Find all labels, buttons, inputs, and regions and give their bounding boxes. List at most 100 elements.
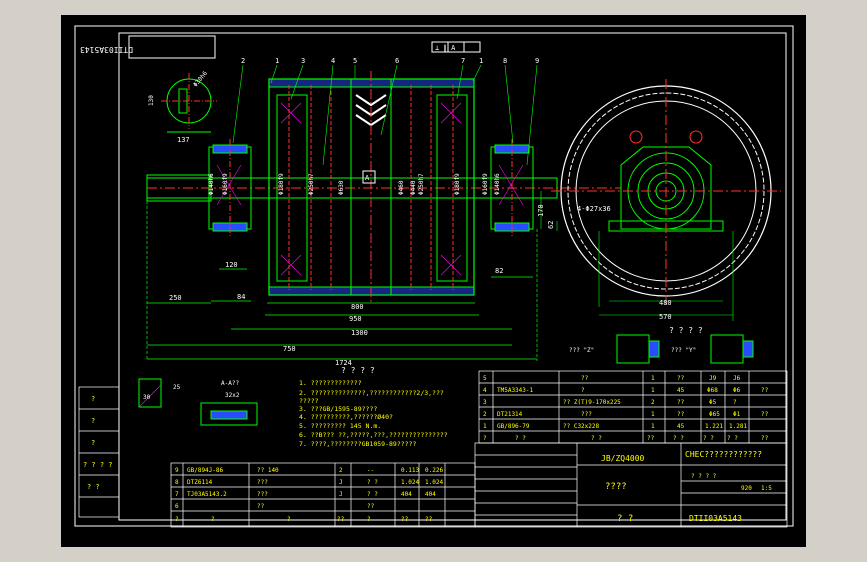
svg-text:Φ160f9: Φ160f9: [482, 173, 489, 195]
datum-flag: ⊥ ∥ A: [431, 41, 481, 53]
svg-text:30: 30: [143, 394, 151, 401]
svg-text:7: 7: [175, 491, 179, 498]
svg-text:Φ180f9: Φ180f9: [278, 173, 285, 195]
svg-text:???: ???: [581, 411, 592, 418]
svg-text:J: J: [339, 479, 343, 486]
svg-text:TJ03A5143.2: TJ03A5143.2: [187, 491, 227, 498]
svg-text:5: 5: [353, 57, 357, 65]
svg-text:Φ6: Φ6: [733, 387, 741, 394]
parts-table-upper-text: 5 ?? 1 ?? J9 J6 4 TM5A3343-1 ? 1 45 Φ68 …: [483, 375, 769, 442]
rotated-code: DTII03A5143: [80, 45, 133, 54]
svg-text:404: 404: [401, 491, 412, 498]
svg-text:750: 750: [283, 345, 296, 353]
scale-label: ? ? ? ?: [691, 473, 717, 480]
svg-text:2: 2: [483, 411, 487, 418]
svg-text:170: 170: [537, 204, 545, 217]
svg-text:6: 6: [175, 503, 179, 510]
svg-text:?: ?: [287, 516, 291, 523]
svg-text:J9: J9: [709, 375, 717, 382]
svg-text:1: 1: [651, 387, 655, 394]
svg-text:1: 1: [651, 375, 655, 382]
svg-text:1300: 1300: [351, 329, 368, 337]
company-name: CHEC????????????: [685, 450, 762, 459]
pulley-section-view[interactable]: A: [146, 71, 621, 305]
svg-text:Φ250h7: Φ250h7: [308, 173, 315, 195]
standard-code: JB/ZQ4000: [601, 454, 645, 463]
parts-table-lower-text: 9 GB/894J-86 ?? 140 2 -- 0.113 0.226 8 D…: [175, 467, 443, 523]
svg-text:DTZ6114: DTZ6114: [187, 479, 213, 486]
svg-text:9: 9: [175, 467, 179, 474]
svg-text:GB/896-79: GB/896-79: [497, 423, 530, 430]
svg-text:4. ??????????,??????Ø40?: 4. ??????????,??????Ø40?: [299, 413, 393, 421]
weight-value: 920: [741, 485, 752, 492]
shaft-end-view: 137 Φ30h6 130: [148, 70, 217, 144]
left-revision-table: [78, 386, 120, 518]
svg-text:4: 4: [331, 57, 335, 65]
svg-text:??: ??: [367, 503, 375, 510]
svg-text:7: 7: [461, 57, 465, 65]
svg-text:Φ1: Φ1: [733, 411, 741, 418]
svg-text:?? C32x228: ?? C32x228: [563, 423, 600, 430]
svg-text:1: 1: [483, 423, 487, 430]
svg-text:1.024: 1.024: [401, 479, 419, 486]
drawing-number: DTII03A5143: [689, 514, 742, 523]
svg-text:25: 25: [173, 384, 181, 391]
svg-text:??: ??: [581, 375, 589, 382]
svg-text:5: 5: [483, 375, 487, 382]
svg-text:8: 8: [175, 479, 179, 486]
bottom-dimensions: [146, 201, 538, 361]
svg-text:?: ?: [91, 395, 95, 403]
left-revision-text: ? ? ? ? ? ? ? ? ?: [83, 395, 113, 491]
svg-text:?: ?: [91, 417, 95, 425]
svg-text:??: ??: [761, 387, 769, 394]
svg-text:Φ250h7: Φ250h7: [418, 173, 425, 195]
svg-text:?? 140: ?? 140: [257, 467, 279, 474]
svg-text:?: ?: [367, 516, 371, 523]
svg-text:DT21314: DT21314: [497, 411, 523, 418]
parts-table-upper: [478, 370, 788, 444]
svg-text:? ?: ? ?: [703, 435, 714, 442]
svg-text:250: 250: [169, 294, 182, 302]
svg-text:???: ???: [257, 491, 268, 498]
svg-text:Φ180f9: Φ180f9: [454, 173, 461, 195]
svg-text:?????: ?????: [299, 397, 319, 405]
svg-text:GB/894J-86: GB/894J-86: [187, 467, 224, 474]
svg-text:? ?: ? ?: [87, 483, 100, 491]
svg-text:Φ30h6: Φ30h6: [192, 70, 209, 89]
svg-text:0.226: 0.226: [425, 467, 443, 474]
svg-text:2: 2: [241, 57, 245, 65]
part-callouts: 2 1 3 4 5 6 7 1 8 9: [241, 57, 539, 65]
svg-text:Φ140h6: Φ140h6: [494, 173, 501, 195]
svg-text:0.113: 0.113: [401, 467, 419, 474]
svg-text:TM5A3343-1: TM5A3343-1: [497, 387, 534, 394]
svg-text:4: 4: [483, 387, 487, 394]
svg-text:1: 1: [275, 57, 279, 65]
svg-text:??: ??: [761, 435, 769, 442]
svg-text:Φ68: Φ68: [707, 387, 718, 394]
svg-text:62: 62: [547, 221, 555, 229]
svg-text:7. ????,????????GB1059-89?????: 7. ????,????????GB1059-89?????: [299, 440, 416, 448]
svg-text:??: ??: [677, 411, 685, 418]
pulley-side-view[interactable]: [540, 79, 781, 321]
inner-diameters: Φ140h6 Φ160f9 Φ180f9 Φ250h7 Φ630 Φ460 Φ4…: [208, 173, 501, 195]
svg-text:?: ?: [483, 435, 487, 442]
svg-text:3: 3: [301, 57, 305, 65]
svg-text:1: 1: [651, 411, 655, 418]
svg-text:??: ??: [677, 399, 685, 406]
svg-text:404: 404: [425, 491, 436, 498]
svg-text:Φ160f9: Φ160f9: [222, 173, 229, 195]
detail-section: A-A?? 25 30 32x2: [138, 378, 258, 426]
svg-text:? ? ? ?: ? ? ? ?: [83, 461, 113, 469]
drawing-sheet[interactable]: DTII03A5143 ⊥ ∥ A 137 Φ30h6 130 A 2 1 3 …: [59, 13, 808, 549]
svg-text:2: 2: [651, 399, 655, 406]
svg-text:?: ?: [581, 387, 585, 394]
svg-text:8: 8: [503, 57, 507, 65]
svg-text:? ?: ? ?: [727, 435, 738, 442]
technical-notes: ? ? ? ? 1. ????????????? 2. ????????????…: [299, 366, 448, 448]
svg-text:Φ630: Φ630: [338, 180, 345, 195]
svg-text:Φ460: Φ460: [398, 180, 405, 195]
cad-canvas[interactable]: DTII03A5143 ⊥ ∥ A 137 Φ30h6 130 A 2 1 3 …: [61, 15, 806, 547]
svg-text:Φ440: Φ440: [410, 180, 417, 195]
svg-text:??: ??: [401, 516, 409, 523]
bottom-dim-labels: 120 250 84 800 950 1300 750 1724 82: [169, 261, 503, 367]
